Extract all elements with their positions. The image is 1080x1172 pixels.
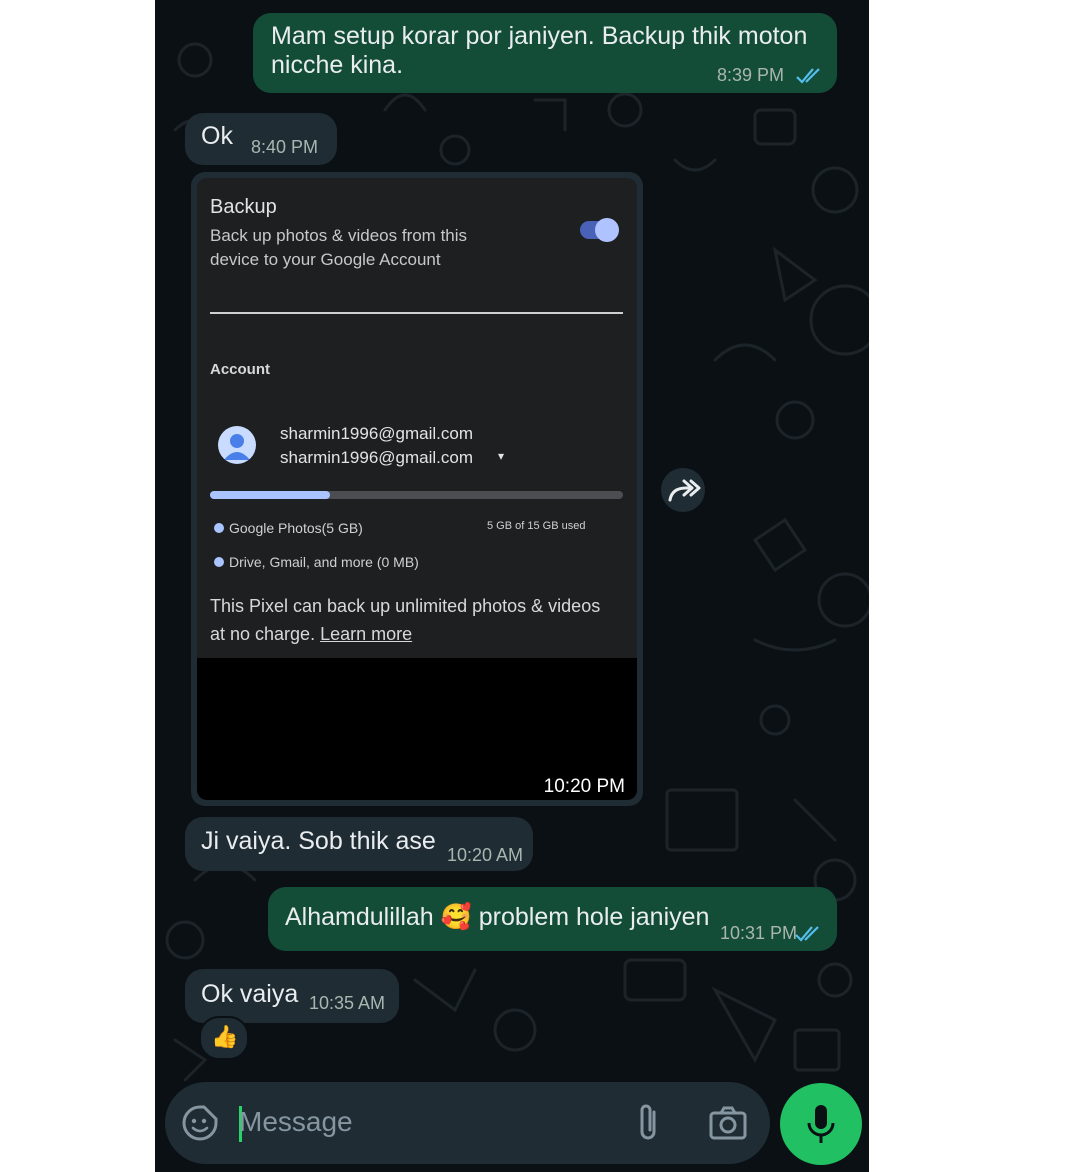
message-text: Ok <box>201 122 233 150</box>
forward-icon <box>668 479 701 502</box>
message-text-line: nicche kina. <box>271 51 404 79</box>
backup-toggle-knob <box>595 218 619 242</box>
pixel-note-line2: at no charge. <box>210 624 316 644</box>
account-email-primary: sharmin1996@gmail.com <box>280 424 474 443</box>
smiling-face-with-hearts-emoji: 🥰 <box>440 903 472 931</box>
account-label: Account <box>210 361 270 378</box>
storage-bar-fill <box>210 491 330 499</box>
storage-bar <box>210 491 623 499</box>
message-time: 10:35 AM <box>309 993 386 1013</box>
account-avatar <box>218 426 256 464</box>
pixel-note: This Pixel can back up unlimited photos … <box>210 592 630 648</box>
message-incoming[interactable]: Ok vaiya 10:35 AM <box>185 969 399 1023</box>
divider <box>210 312 623 314</box>
account-email-secondary: sharmin1996@gmail.com <box>280 448 474 467</box>
message-input[interactable]: Message <box>239 1106 353 1138</box>
storage-used: 5 GB of 15 GB used <box>487 520 586 532</box>
sticker-icon[interactable] <box>181 1104 219 1142</box>
message-time: 8:39 PM <box>717 65 785 85</box>
message-time: 10:20 PM <box>543 776 625 797</box>
message-time: 10:20 AM <box>447 845 524 865</box>
photos-legend-dot <box>214 523 224 533</box>
mic-button[interactable] <box>780 1083 862 1165</box>
pixel-note-line1: This Pixel can back up unlimited photos … <box>210 596 601 616</box>
attach-icon[interactable] <box>635 1102 661 1144</box>
message-text: Ji vaiya. Sob thik ase <box>201 827 436 855</box>
mic-icon <box>807 1105 835 1143</box>
backup-title: Backup <box>210 196 277 218</box>
message-incoming[interactable]: Ji vaiya. Sob thik ase 10:20 AM <box>185 817 533 871</box>
message-text-part: problem hole janiyen <box>478 903 710 931</box>
other-legend: Drive, Gmail, and more (0 MB) <box>229 554 419 570</box>
chat-screen: Mam setup korar por janiyen. Backup thik… <box>155 0 869 1172</box>
message-time: 8:40 PM <box>251 137 319 157</box>
message-text: Alhamdulillah 🥰 problem hole janiyen <box>285 903 709 932</box>
read-ticks-icon <box>796 68 820 84</box>
forward-button[interactable] <box>661 468 705 512</box>
reaction-badge[interactable]: 👍 <box>199 1016 249 1060</box>
message-time: 10:31 PM <box>720 923 798 943</box>
image-message[interactable]: Backup Back up photos & videos from this… <box>191 172 643 806</box>
message-outgoing[interactable]: Mam setup korar por janiyen. Backup thik… <box>253 13 837 93</box>
message-text: Ok vaiya <box>201 980 299 1008</box>
read-ticks-icon <box>795 926 819 942</box>
learn-more-link: Learn more <box>320 624 413 644</box>
backup-description: Back up photos & videos from this device… <box>210 226 468 269</box>
message-incoming[interactable]: Ok 8:40 PM <box>185 113 337 165</box>
thumbs-up-emoji: 👍 <box>211 1024 239 1049</box>
message-text-part: Alhamdulillah <box>285 903 434 931</box>
message-outgoing[interactable]: Alhamdulillah 🥰 problem hole janiyen 10:… <box>268 887 837 951</box>
photos-legend: Google Photos(5 GB) <box>229 520 363 536</box>
chevron-down-icon: ▾ <box>498 449 505 463</box>
message-text-line: Mam setup korar por janiyen. Backup thik… <box>271 22 808 50</box>
other-legend-dot <box>214 557 224 567</box>
camera-icon[interactable] <box>709 1106 747 1140</box>
backup-settings-screenshot: Backup Back up photos & videos from this… <box>197 178 637 658</box>
person-icon <box>224 434 250 460</box>
